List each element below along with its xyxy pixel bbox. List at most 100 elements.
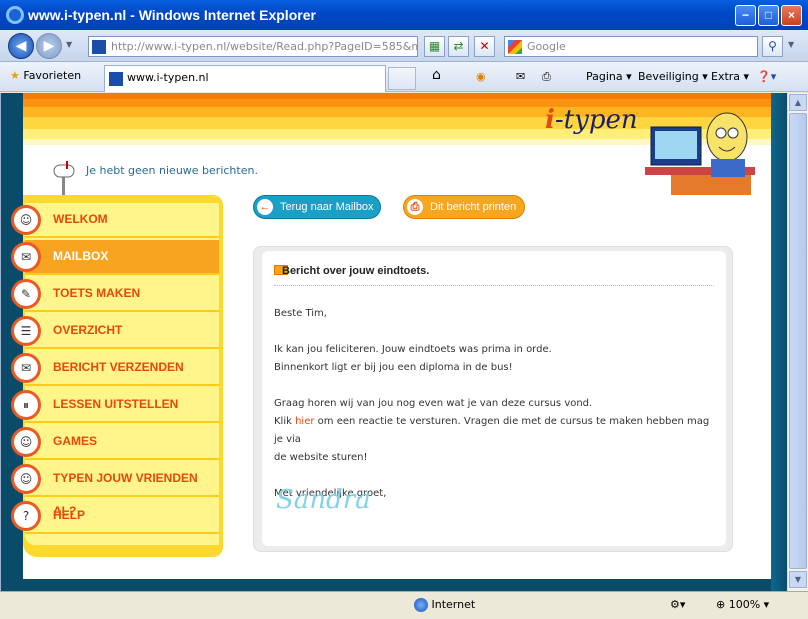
menu-item-typen-jouw-vrienden-al[interactable]: TYPEN JOUW VRIENDEN AL? (25, 462, 219, 518)
printer-icon: ⎙ (407, 199, 423, 215)
search-options-icon[interactable]: ▼ (788, 40, 794, 49)
subject-divider (274, 285, 714, 286)
status-bar: Internet ⚙▾ ⊕ 100% ▾ (0, 591, 808, 619)
send-message-icon: ✉ (11, 353, 41, 383)
site-logo: i-typen (545, 105, 638, 135)
zone-indicator[interactable]: Internet (414, 598, 475, 612)
star-icon: ★ (10, 69, 20, 82)
zone-label: Internet (431, 598, 476, 611)
compatibility-view-icon[interactable]: ▦ (424, 36, 445, 57)
print-message-button[interactable]: ⎙ Dit bericht printen (403, 195, 525, 219)
ie-logo-icon (6, 6, 24, 24)
sidebar-menu: WELKOM ☺ MAILBOX ✉ TOETS MAKEN ✎ OVERZICHT ☰ BER… (11, 195, 223, 557)
zoom-icon: ⊕ (716, 598, 726, 611)
message-subject: Bericht over jouw eindtoets. (282, 265, 430, 277)
logo-suffix: -typen (554, 105, 638, 135)
scroll-down-icon[interactable]: ▼ (789, 571, 807, 588)
scroll-up-icon[interactable]: ▲ (789, 94, 807, 111)
message-greeting: Beste Tim, (274, 308, 327, 319)
overview-icon: ☰ (11, 316, 41, 346)
scroll-thumb[interactable] (789, 113, 807, 569)
menu-item-help[interactable]: HELP (25, 499, 219, 534)
menu-item-label: LESSEN UITSTELLEN (53, 397, 179, 411)
navigation-bar: ◀ ▶ ▼ http://www.i-typen.nl/website/Read… (0, 30, 808, 62)
menu-item-lessen-uitstellen[interactable]: LESSEN UITSTELLEN (25, 388, 219, 423)
menu-item-toets-maken[interactable]: TOETS MAKEN (25, 277, 219, 312)
help-icon: ? (11, 501, 41, 531)
read-mail-icon[interactable]: ✉ (516, 70, 525, 83)
menu-item-label: TOETS MAKEN (53, 286, 141, 300)
tab-title: www.i-typen.nl (127, 71, 209, 84)
menu-item-label: HELP (53, 508, 86, 522)
extra-menu-label: Extra (711, 70, 741, 83)
forward-arrow-icon[interactable]: ▶ (36, 33, 62, 59)
menu-item-overzicht[interactable]: OVERZICHT (25, 314, 219, 349)
logo-prefix: i (545, 105, 555, 135)
search-icon[interactable]: ⚲ (762, 36, 783, 57)
print-message-label: Dit bericht printen (430, 201, 517, 213)
message-p2-line1: Graag horen wij van jou nog even wat je … (274, 398, 593, 409)
message-p1-line1: Ik kan jou feliciteren. Jouw eindtoets w… (274, 344, 552, 355)
vertical-scrollbar[interactable]: ▲ ▼ (787, 93, 808, 591)
globe-icon (414, 598, 428, 612)
address-value: http://www.i-typen.nl/website/Read.php?P… (111, 40, 418, 53)
message-card: Bericht over jouw eindtoets. Beste Tim, … (262, 251, 726, 546)
menu-item-label: BERICHT VERZENDEN (53, 360, 184, 374)
back-arrow-icon[interactable]: ◀ (8, 33, 34, 59)
page-menu[interactable]: Pagina ▾ (586, 70, 632, 83)
window-titlebar: www.i-typen.nl - Windows Internet Explor… (0, 0, 808, 30)
test-icon: ✎ (11, 279, 41, 309)
welcome-icon: ☺ (11, 205, 41, 235)
menu-item-mailbox[interactable]: MAILBOX (25, 240, 219, 275)
security-menu-label: Beveiliging (638, 70, 699, 83)
mailbox-icon: ✉ (11, 242, 41, 272)
arrow-left-icon: ← (257, 199, 273, 215)
search-input[interactable]: Google (504, 36, 758, 57)
google-icon (508, 40, 522, 54)
security-menu[interactable]: Beveiliging ▾ (638, 70, 708, 83)
menu-item-welkom[interactable]: WELKOM (25, 203, 219, 238)
zoom-control[interactable]: ⊕ 100% ▾ (716, 598, 769, 611)
minimize-button[interactable]: − (735, 5, 756, 26)
back-to-mailbox-button[interactable]: ← Terug naar Mailbox (253, 195, 381, 219)
menu-item-bericht-verzenden[interactable]: BERICHT VERZENDEN (25, 351, 219, 386)
site-favicon-icon (92, 40, 106, 54)
back-to-mailbox-label: Terug naar Mailbox (280, 201, 374, 213)
mascot-at-computer-icon (645, 112, 755, 195)
right-border (771, 93, 787, 591)
postpone-icon: ⏸ (11, 390, 41, 420)
window-title: www.i-typen.nl - Windows Internet Explor… (28, 7, 316, 23)
history-dropdown-icon[interactable]: ▼ (66, 40, 72, 49)
mail-status: Je hebt geen nieuwe berichten. (86, 164, 258, 177)
stop-icon[interactable]: ✕ (474, 36, 495, 57)
tab-current[interactable]: www.i-typen.nl (104, 65, 386, 92)
favorites-label: Favorieten (23, 69, 82, 82)
menu-item-label: GAMES (53, 434, 98, 448)
home-icon[interactable]: ⌂ (432, 67, 441, 83)
favorites-button[interactable]: ★ Favorieten (10, 69, 81, 82)
message-p2-post: om een reactie te versturen. Vragen die … (274, 416, 710, 445)
games-icon: ☺ (11, 427, 41, 457)
close-button[interactable]: × (781, 5, 802, 26)
feeds-icon[interactable]: ◉ (476, 70, 486, 83)
new-tab-button[interactable] (388, 67, 416, 90)
reply-link[interactable]: hier (295, 416, 314, 427)
protected-mode-icon[interactable]: ⚙▾ (670, 598, 685, 611)
message-p2-line3: de website sturen! (274, 452, 368, 463)
print-icon[interactable]: ⎙ (542, 70, 551, 84)
message-panel: Bericht over jouw eindtoets. Beste Tim, … (253, 246, 733, 552)
page-menu-label: Pagina (586, 70, 623, 83)
favorites-bar: ★ Favorieten www.i-typen.nl ⌂ ◉ ✉ ⎙ Pagi… (0, 62, 808, 92)
maximize-button[interactable]: □ (758, 5, 779, 26)
address-bar[interactable]: http://www.i-typen.nl/website/Read.php?P… (88, 36, 418, 57)
signature: Sandra (276, 485, 371, 515)
help-menu-icon[interactable]: ❓▾ (757, 70, 776, 83)
friends-icon: ☺ (11, 464, 41, 494)
mailbox-post-icon (53, 161, 75, 199)
menu-item-games[interactable]: GAMES (25, 425, 219, 460)
refresh-icon[interactable]: ⇄ (448, 36, 469, 57)
search-placeholder: Google (527, 40, 566, 53)
menu-item-label: MAILBOX (53, 249, 109, 263)
page-content: i-typen Je hebt geen nieuwe berichten. W… (0, 93, 787, 591)
extra-menu[interactable]: Extra ▾ (711, 70, 749, 83)
